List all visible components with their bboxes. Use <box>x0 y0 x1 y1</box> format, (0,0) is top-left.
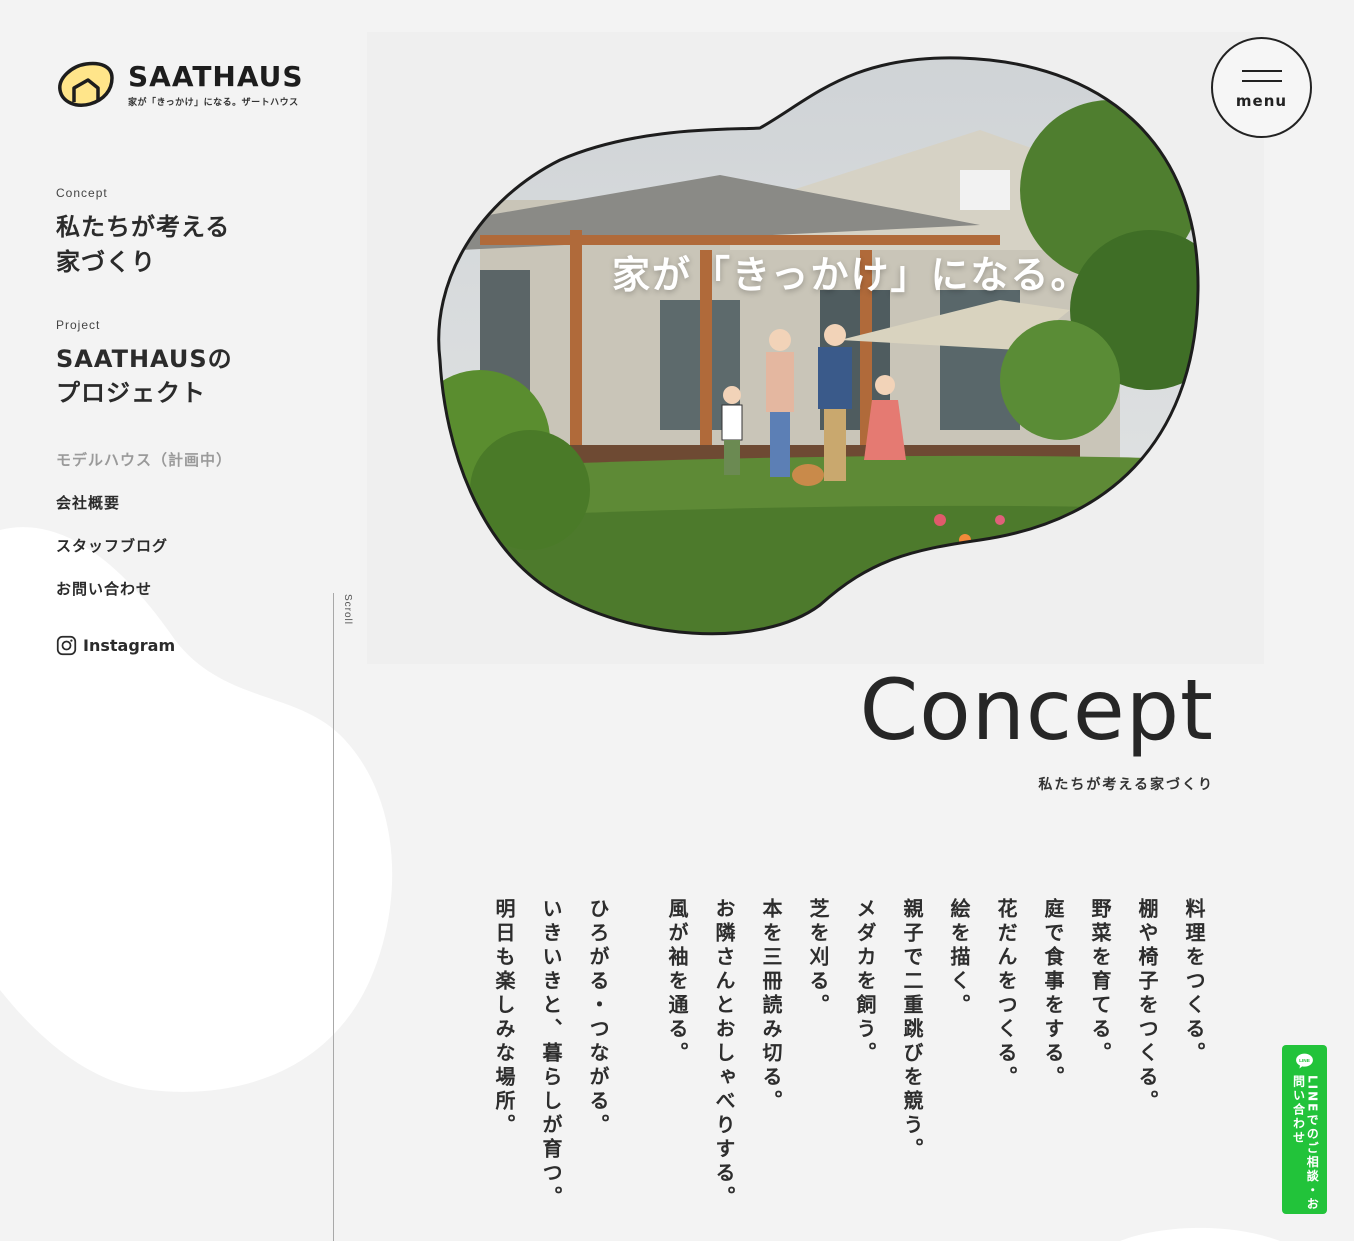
poem-line: 野菜を育てる。 <box>1088 898 1112 1066</box>
line-contact-label: LINEでのご相談・お問い合わせ <box>1291 1075 1320 1212</box>
nav-item-company[interactable]: 会社概要 <box>56 492 316 513</box>
menu-label: menu <box>1235 91 1288 110</box>
nav-project[interactable]: Project SAATHAUSの プロジェクト <box>56 318 316 412</box>
nav-item-model-house[interactable]: モデルハウス（計画中） <box>56 449 316 470</box>
poem-line: 花だんをつくる。 <box>994 898 1018 1090</box>
scroll-label: Scroll <box>342 594 353 626</box>
logo-house-icon <box>58 61 114 107</box>
nav-concept[interactable]: Concept 私たちが考える 家づくり <box>56 186 316 280</box>
concept-title: Concept <box>859 661 1214 759</box>
line-contact-button[interactable]: LINE LINEでのご相談・お問い合わせ <box>1282 1045 1327 1214</box>
nav-list: モデルハウス（計画中） 会社概要 スタッフブログ お問い合わせ <box>56 449 316 599</box>
logo-tagline: 家が「きっかけ」になる。ザートハウス <box>128 97 299 108</box>
poem-line: 本を三冊読み切る。 <box>759 898 783 1114</box>
nav-concept-line1: 私たちが考える <box>56 213 231 241</box>
poem-line: 料理をつくる。 <box>1182 898 1206 1066</box>
line-chat-icon: LINE <box>1296 1053 1313 1069</box>
instagram-label: Instagram <box>83 636 176 656</box>
poem-line: 庭で食事をする。 <box>1041 898 1065 1090</box>
poem-line: ひろがる・つながる。 <box>586 898 610 1138</box>
instagram-icon <box>56 636 77 656</box>
nav-project-line1: SAATHAUSの <box>56 344 233 373</box>
poem-line: 絵を描く。 <box>947 898 971 1018</box>
site-logo[interactable]: SAATHAUS 家が「きっかけ」になる。ザートハウス <box>54 60 304 110</box>
scroll-line <box>333 593 334 1241</box>
nav-project-small: Project <box>56 317 101 332</box>
nav-concept-small: Concept <box>56 186 108 200</box>
hero-image <box>437 56 1200 636</box>
hamburger-icon-bar <box>1241 79 1282 82</box>
nav-concept-line2: 家づくり <box>56 247 156 276</box>
hero-title: 家が「きっかけ」になる。 <box>612 253 1091 297</box>
poem-line: 棚や椅子をつくる。 <box>1135 898 1159 1114</box>
poem-line: メダカを飼う。 <box>853 898 877 1066</box>
nav-concept-title: 私たちが考える 家づくり <box>56 210 316 280</box>
poem-line: 芝を刈る。 <box>806 898 830 1018</box>
poem-line: 明日も楽しみな場所。 <box>492 898 516 1138</box>
instagram-link[interactable]: Instagram <box>56 635 316 656</box>
concept-subtitle: 私たちが考える家づくり <box>1038 777 1214 793</box>
logo-name: SAATHAUS <box>128 59 304 93</box>
poem-line: 風が袖を通る。 <box>665 898 689 1066</box>
hamburger-icon <box>1241 69 1282 72</box>
side-nav: Concept 私たちが考える 家づくり Project SAATHAUSの プ… <box>56 186 316 656</box>
nav-project-line2: プロジェクト <box>56 379 206 408</box>
poem-line: 親子で二重跳びを競う。 <box>900 898 924 1162</box>
nav-project-title: SAATHAUSの プロジェクト <box>56 342 316 412</box>
menu-button[interactable]: menu <box>1211 37 1312 138</box>
poem-line: いきいきと、暮らしが育つ。 <box>539 898 563 1210</box>
nav-item-contact[interactable]: お問い合わせ <box>56 578 316 599</box>
svg-text:LINE: LINE <box>1299 1058 1310 1063</box>
poem-line: お隣さんとおしゃべりする。 <box>712 898 736 1210</box>
nav-item-staff-blog[interactable]: スタッフブログ <box>56 535 316 556</box>
concept-poem: 料理をつくる。 棚や椅子をつくる。 野菜を育てる。 庭で食事をする。 花だんをつ… <box>467 898 1206 1228</box>
